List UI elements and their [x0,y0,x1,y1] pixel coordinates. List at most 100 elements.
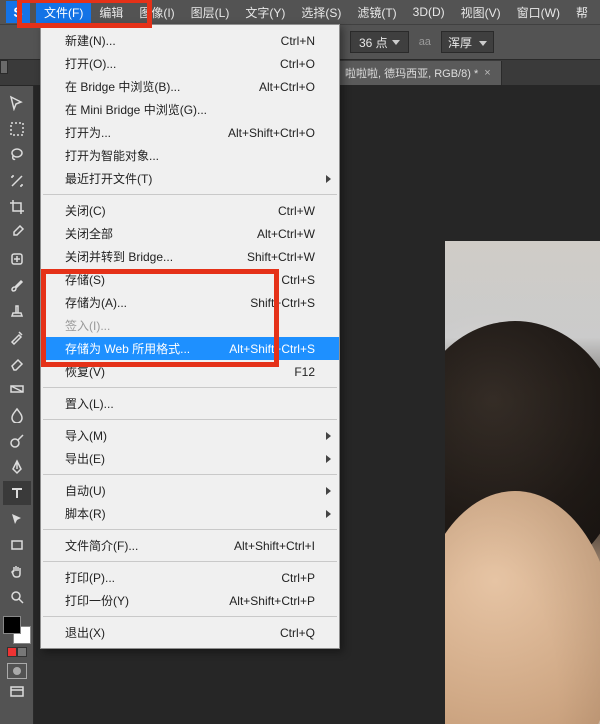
eraser-tool[interactable] [3,351,31,375]
chevron-down-icon [479,41,487,46]
file-menu-item-17[interactable]: 置入(L)... [41,392,339,415]
menu-5[interactable]: 选择(S) [293,0,349,25]
rectangle-tool[interactable] [3,533,31,557]
file-menu-item-0[interactable]: 新建(N)...Ctrl+N [41,29,339,52]
menu-item-label: 打印一份(Y) [65,592,129,609]
file-menu-item-3[interactable]: 在 Mini Bridge 中浏览(G)... [41,98,339,121]
menu-item-label: 打开为... [65,124,111,141]
menu-item-label: 自动(U) [65,482,106,499]
menu-item-shortcut: Ctrl+W [278,204,315,218]
menu-item-label: 关闭(C) [65,202,106,219]
menu-separator [43,387,337,388]
file-menu-item-25[interactable]: 文件简介(F)...Alt+Shift+Ctrl+I [41,534,339,557]
file-menu-item-4[interactable]: 打开为...Alt+Shift+Ctrl+O [41,121,339,144]
file-menu-item-14[interactable]: 存储为 Web 所用格式...Alt+Shift+Ctrl+S [41,337,339,360]
app-logo: S [6,1,30,23]
menu-item-label: 在 Mini Bridge 中浏览(G)... [65,101,207,118]
file-menu-item-27[interactable]: 打印(P)...Ctrl+P [41,566,339,589]
file-menu-item-19[interactable]: 导入(M) [41,424,339,447]
close-icon[interactable]: × [484,67,490,79]
menu-separator [43,419,337,420]
menu-1[interactable]: 编辑 [91,0,131,25]
submenu-arrow-icon [326,175,331,183]
menu-item-shortcut: Shift+Ctrl+S [250,296,315,310]
dodge-tool[interactable] [3,429,31,453]
menu-2[interactable]: 图像(I) [131,0,182,25]
file-menu-item-10[interactable]: 关闭并转到 Bridge...Shift+Ctrl+W [41,245,339,268]
quick-mask-toggle[interactable] [7,663,27,679]
menu-separator [43,529,337,530]
magic-wand-tool[interactable] [3,169,31,193]
font-size-value: 36 点 [359,34,388,51]
menu-item-shortcut: Alt+Shift+Ctrl+P [229,594,315,608]
file-menu-item-1[interactable]: 打开(O)... Ctrl+O [41,52,339,75]
file-menu-item-23[interactable]: 脚本(R) [41,502,339,525]
gradient-tool[interactable] [3,377,31,401]
path-selection-tool[interactable] [3,507,31,531]
menu-item-shortcut: Ctrl+O [280,57,315,71]
menu-item-label: 关闭并转到 Bridge... [65,248,173,265]
menu-item-label: 在 Bridge 中浏览(B)... [65,78,180,95]
file-menu-item-11[interactable]: 存储(S)Ctrl+S [41,268,339,291]
menu-0[interactable]: 文件(F) [36,0,91,25]
menu-item-shortcut: Ctrl+Q [280,626,315,640]
menu-3[interactable]: 图层(L) [183,0,238,25]
file-menu-item-20[interactable]: 导出(E) [41,447,339,470]
file-menu-item-5[interactable]: 打开为智能对象... [41,144,339,167]
color-swatches[interactable] [3,616,31,644]
screen-mode-button[interactable] [3,680,31,704]
file-menu-item-22[interactable]: 自动(U) [41,479,339,502]
menu-9[interactable]: 窗口(W) [509,0,568,25]
brush-tool[interactable] [3,273,31,297]
color-chip-red[interactable] [7,647,17,657]
history-brush-tool[interactable] [3,325,31,349]
menu-item-label: 文件简介(F)... [65,537,138,554]
menu-item-label: 置入(L)... [65,395,114,412]
file-menu-item-9[interactable]: 关闭全部Alt+Ctrl+W [41,222,339,245]
menu-4[interactable]: 文字(Y) [237,0,293,25]
menu-item-label: 打开(O)... [65,55,116,72]
menu-8[interactable]: 视图(V) [453,0,509,25]
document-image [445,241,600,724]
file-menu-item-15[interactable]: 恢复(V)F12 [41,360,339,383]
marquee-tool[interactable] [3,117,31,141]
foreground-color-swatch[interactable] [3,616,21,634]
crop-tool[interactable] [3,195,31,219]
healing-brush-tool[interactable] [3,247,31,271]
font-size-field[interactable]: 36 点 [350,31,409,53]
file-menu-item-28[interactable]: 打印一份(Y) Alt+Shift+Ctrl+P [41,589,339,612]
pen-tool[interactable] [3,455,31,479]
menu-7[interactable]: 3D(D) [405,1,453,23]
blur-tool[interactable] [3,403,31,427]
menu-item-shortcut: Alt+Ctrl+O [259,80,315,94]
zoom-tool[interactable] [3,585,31,609]
menu-item-label: 新建(N)... [65,32,116,49]
file-menu-item-30[interactable]: 退出(X)Ctrl+Q [41,621,339,644]
antialias-select[interactable]: 浑厚 [441,31,494,53]
lasso-tool[interactable] [3,143,31,167]
file-menu-item-8[interactable]: 关闭(C) Ctrl+W [41,199,339,222]
move-tool[interactable] [3,91,31,115]
file-menu-item-13: 签入(I)... [41,314,339,337]
menu-item-label: 导入(M) [65,427,107,444]
menu-item-shortcut: Ctrl+P [281,571,315,585]
aa-label: aa [419,36,431,48]
menu-6[interactable]: 滤镜(T) [349,0,404,25]
antialias-value: 浑厚 [448,36,472,50]
quick-color-pair [7,647,27,659]
clone-stamp-tool[interactable] [3,299,31,323]
hand-tool[interactable] [3,559,31,583]
menu-10[interactable]: 帮 [568,0,596,25]
chevron-down-icon [392,40,400,45]
menu-separator [43,194,337,195]
file-menu-item-2[interactable]: 在 Bridge 中浏览(B)... Alt+Ctrl+O [41,75,339,98]
panel-grip-icon[interactable] [0,60,8,74]
eyedropper-tool[interactable] [3,221,31,245]
file-menu-item-6[interactable]: 最近打开文件(T) [41,167,339,190]
file-menu-item-12[interactable]: 存储为(A)... Shift+Ctrl+S [41,291,339,314]
type-tool[interactable] [3,481,31,505]
menu-item-label: 存储为(A)... [65,294,127,311]
document-tab[interactable]: 啦啦啦, 德玛西亚, RGB/8) * × [335,61,502,85]
menu-item-label: 恢复(V) [65,363,105,380]
color-chip-gray[interactable] [17,647,27,657]
